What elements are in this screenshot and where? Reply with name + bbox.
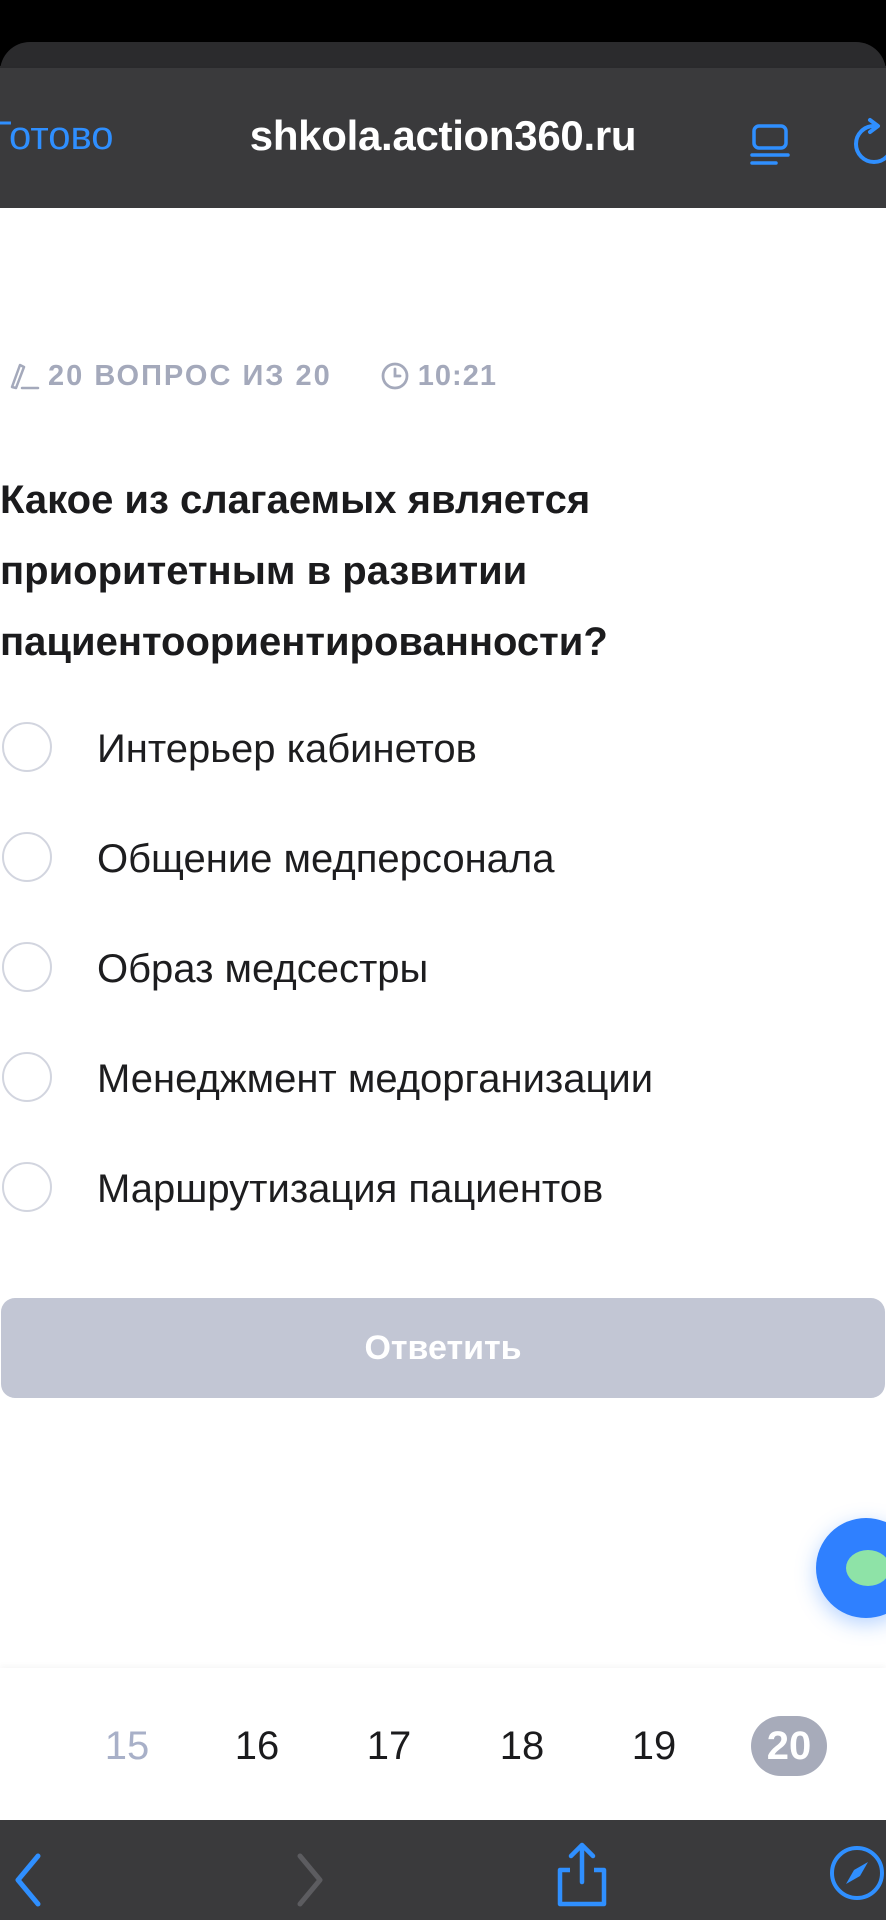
back-icon[interactable]	[8, 1850, 48, 1910]
compass-icon[interactable]	[828, 1844, 886, 1902]
answer-options: Интерьер кабинетов Общение медперсонала …	[0, 722, 886, 1272]
option-3[interactable]: Образ медсестры	[0, 942, 886, 1052]
question-pager: 15 16 17 18 19 20	[0, 1668, 886, 1820]
page-17[interactable]: 17	[351, 1716, 427, 1776]
radio-button[interactable]	[2, 722, 52, 772]
progress-label: 20 ВОПРОС ИЗ 20	[48, 359, 332, 392]
option-4[interactable]: Менеджмент медорганизации	[0, 1052, 886, 1162]
option-label: Общение медперсонала	[97, 837, 555, 881]
timer: 10:21	[380, 360, 497, 393]
chat-button[interactable]	[816, 1518, 886, 1618]
option-5[interactable]: Маршрутизация пациентов	[0, 1162, 886, 1272]
reader-mode-icon[interactable]	[746, 120, 796, 170]
page-15[interactable]: 15	[89, 1716, 165, 1776]
page-20-current[interactable]: 20	[751, 1716, 827, 1776]
option-1[interactable]: Интерьер кабинетов	[0, 722, 886, 832]
clock-icon	[381, 362, 409, 390]
answer-button[interactable]: Ответить	[1, 1298, 885, 1398]
question-text: Какое из слагаемых является приоритетным…	[0, 478, 608, 664]
forward-icon[interactable]	[290, 1850, 330, 1910]
pencil-icon	[10, 363, 40, 390]
page-16[interactable]: 16	[219, 1716, 295, 1776]
radio-button[interactable]	[2, 832, 52, 882]
radio-button[interactable]	[2, 1052, 52, 1102]
page-19[interactable]: 19	[616, 1716, 692, 1776]
share-icon[interactable]	[552, 1840, 612, 1910]
radio-button[interactable]	[2, 1162, 52, 1212]
option-2[interactable]: Общение медперсонала	[0, 832, 886, 942]
chat-bubble-icon	[846, 1550, 886, 1586]
safari-top-bar: Готово shkola.action360.ru	[0, 66, 886, 208]
option-label: Образ медсестры	[97, 947, 429, 991]
option-label: Маршрутизация пациентов	[97, 1167, 604, 1211]
reload-icon[interactable]	[846, 116, 886, 172]
safari-bottom-toolbar	[0, 1820, 886, 1920]
question-meta: 20 ВОПРОС ИЗ 20 10:21	[6, 356, 497, 396]
option-label: Интерьер кабинетов	[97, 727, 477, 771]
radio-button[interactable]	[2, 942, 52, 992]
option-label: Менеджмент медорганизации	[97, 1057, 654, 1101]
timer-value: 10:21	[417, 359, 497, 392]
page-18[interactable]: 18	[484, 1716, 560, 1776]
progress-indicator: 20 ВОПРОС ИЗ 20	[6, 360, 332, 393]
